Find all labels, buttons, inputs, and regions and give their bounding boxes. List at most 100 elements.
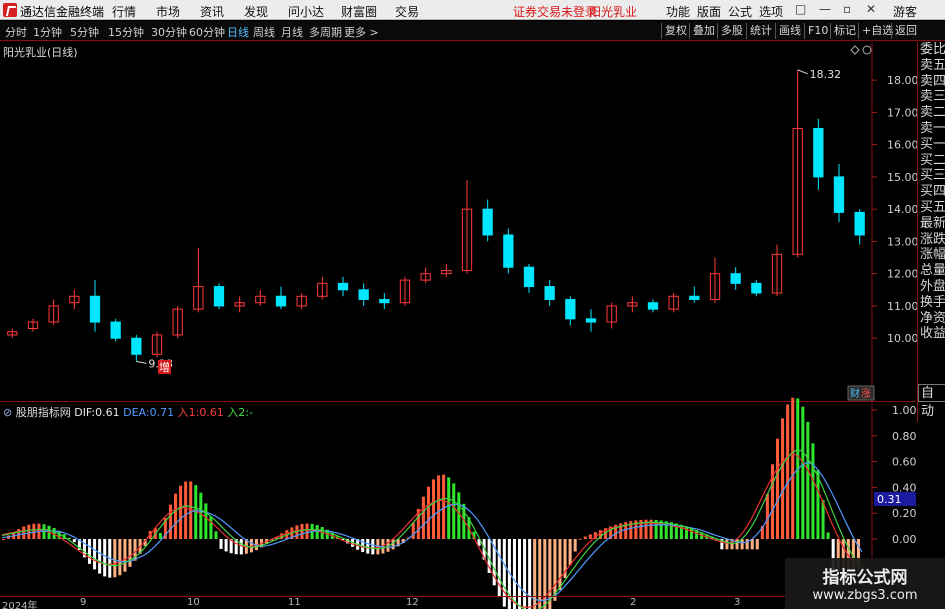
histogram-bar <box>426 486 430 539</box>
tab-1min[interactable]: 1分钟 <box>33 24 62 40</box>
window-close-icon[interactable]: ✕ <box>866 2 876 16</box>
histogram-bar <box>315 525 319 539</box>
login-notice[interactable]: 证券交易未登录 <box>513 3 597 20</box>
side-item-buy5[interactable]: 买五 <box>918 200 945 216</box>
side-item-buy1[interactable]: 买一 <box>918 137 945 153</box>
side-item-sell2[interactable]: 卖二 <box>918 105 945 121</box>
side-item-net-assets[interactable]: 净资 <box>918 311 945 327</box>
collapse-indicator-icon[interactable]: ⊘ <box>3 406 12 419</box>
histogram-bar <box>22 526 26 539</box>
r2-label: 入2: <box>227 406 250 419</box>
menu-news[interactable]: 资讯 <box>200 3 224 20</box>
tab-daily[interactable]: 日线 <box>227 24 249 40</box>
side-item-change-pct[interactable]: 涨幅 <box>918 247 945 263</box>
side-item-latest[interactable]: 最新 <box>918 216 945 232</box>
menu-options[interactable]: 选项 <box>759 3 783 20</box>
side-item-sell4[interactable]: 卖四 <box>918 74 945 90</box>
high-marker-line <box>797 69 808 75</box>
candle-body <box>213 286 225 307</box>
window-maximize-icon[interactable]: ▫ <box>843 2 851 16</box>
indicator-panel[interactable]: 1.00 0.80 0.60 0.40 0.20 0.00 0.31 ⊘ 股朋指标网 DIF… <box>0 397 917 609</box>
tab-monthly[interactable]: 月线 <box>281 24 303 40</box>
price-tick-label: 17.00 <box>887 106 919 119</box>
candle-body <box>813 128 824 178</box>
price-tick-label: 15.00 <box>887 171 919 184</box>
tab-multi-period[interactable]: 多周期 <box>309 24 342 40</box>
side-item-sell3[interactable]: 卖三 <box>918 89 945 105</box>
multi-stock-button[interactable]: 多股 <box>717 23 746 39</box>
price-tick-label: 14.00 <box>887 203 919 216</box>
side-item-outer[interactable]: 外盘 <box>918 279 945 295</box>
tab-5min[interactable]: 5分钟 <box>70 24 99 40</box>
menu-trade[interactable]: 交易 <box>395 3 419 20</box>
histogram-bar <box>174 493 178 539</box>
price-tick-label: 12.00 <box>887 268 919 281</box>
tab-60min[interactable]: 60分钟 <box>189 24 225 40</box>
histogram-bar <box>93 539 97 570</box>
candle-body <box>89 295 101 323</box>
histogram-bar <box>750 539 754 550</box>
histogram-bar <box>214 531 218 539</box>
tab-timeshare[interactable]: 分时 <box>5 24 27 40</box>
menu-market[interactable]: 市场 <box>156 3 180 20</box>
side-item-volume[interactable]: 总量 <box>918 263 945 279</box>
menu-discover[interactable]: 发现 <box>244 3 268 20</box>
candle-body <box>833 176 845 213</box>
side-item-buy2[interactable]: 买二 <box>918 153 945 169</box>
indicator-name[interactable]: 股朋指标网 <box>16 406 71 419</box>
side-item-turnover[interactable]: 换手 <box>918 295 945 311</box>
tab-more[interactable]: 更多 > <box>344 24 379 40</box>
side-item-buy4[interactable]: 买四 <box>918 184 945 200</box>
window-minimize-icon[interactable]: — <box>819 2 831 16</box>
histogram-bar <box>588 534 592 539</box>
candlestick-plot: 18.00 17.00 16.00 15.00 14.00 13.00 12.00 11.00… <box>7 42 919 401</box>
menu-market-quotes[interactable]: 行情 <box>112 3 136 20</box>
auto-button[interactable]: 自动 <box>918 384 945 419</box>
stock-name-header: 阳光乳业 <box>589 5 638 19</box>
dea-value: 0.71 <box>149 406 175 419</box>
date-axis: 2024年 9 10 11 12 1 2 3 <box>0 596 916 609</box>
menu-layout[interactable]: 版面 <box>697 3 721 20</box>
side-item-weibi[interactable]: 委比 <box>918 42 945 58</box>
histogram-bar <box>199 492 203 539</box>
histogram-bar <box>219 539 223 549</box>
indicator-tick-label: 1.00 <box>892 404 917 417</box>
menu-functions[interactable]: 功能 <box>666 3 690 20</box>
side-item-buy3[interactable]: 买三 <box>918 168 945 184</box>
tab-weekly[interactable]: 周线 <box>253 24 275 40</box>
statistics-button[interactable]: 统计 <box>746 23 775 39</box>
mark-button[interactable]: 标记 <box>830 23 859 39</box>
menu-ask-xiaoda[interactable]: 问小达 <box>288 3 324 20</box>
candle-body <box>854 211 865 236</box>
histogram-bar <box>442 474 446 539</box>
side-item-earnings[interactable]: 收益 <box>918 326 945 342</box>
histogram-bar <box>573 539 577 552</box>
histogram-bar <box>801 406 805 539</box>
histogram-bar <box>179 485 183 539</box>
tab-15min[interactable]: 15分钟 <box>108 24 144 40</box>
adjust-price-button[interactable]: 复权 <box>661 23 690 39</box>
side-item-change[interactable]: 涨跌 <box>918 232 945 248</box>
app-logo-icon <box>3 3 17 17</box>
histogram-bar <box>437 475 441 539</box>
candle-body <box>751 282 762 294</box>
side-item-sell1[interactable]: 卖一 <box>918 121 945 137</box>
menu-formula[interactable]: 公式 <box>728 3 752 20</box>
finance-marker: 财 <box>850 387 860 400</box>
candle-body <box>482 208 493 236</box>
histogram-bar <box>113 539 117 578</box>
histogram-bar <box>725 539 729 550</box>
side-item-sell5[interactable]: 卖五 <box>918 58 945 74</box>
dif-label: DIF: <box>74 406 96 419</box>
draw-line-button[interactable]: 画线 <box>775 23 804 39</box>
window-restore-icon[interactable]: □ <box>795 2 806 16</box>
f10-button[interactable]: F10 <box>804 23 831 39</box>
histogram-bar <box>457 492 461 539</box>
back-button[interactable]: 返回 <box>891 23 920 39</box>
tab-30min[interactable]: 30分钟 <box>151 24 187 40</box>
candlestick-chart[interactable]: 18.00 17.00 16.00 15.00 14.00 13.00 12.00 11.00… <box>0 42 919 401</box>
candle-body <box>110 321 121 339</box>
menu-wealth-circle[interactable]: 财富圈 <box>341 3 377 20</box>
overlay-button[interactable]: 叠加 <box>689 23 718 39</box>
guest-user-label[interactable]: 游客 <box>893 3 917 20</box>
